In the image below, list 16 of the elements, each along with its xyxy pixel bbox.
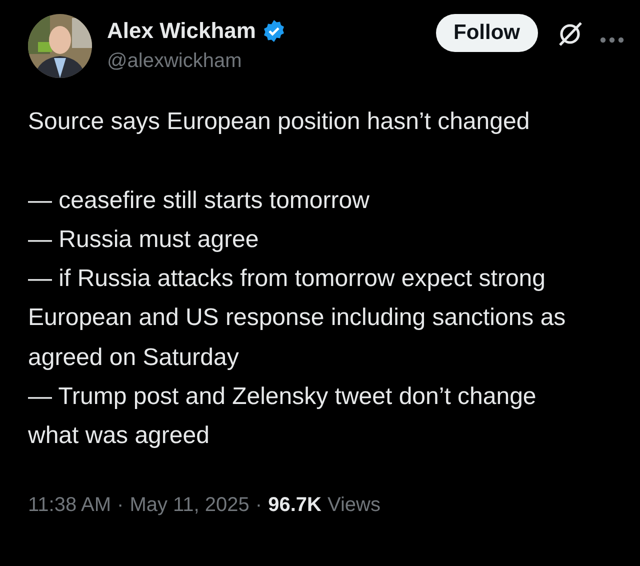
- post-time[interactable]: 11:38 AM: [28, 494, 112, 517]
- tweet-text: — if Russia attacks from tomorrow expect strong European and US response including sanctions as agreed on Saturday: [28, 264, 567, 373]
- author-handle[interactable]: @alexwickham: [107, 50, 436, 73]
- separator: ·: [117, 494, 124, 517]
- tweet-text: — Russia must agree: [28, 224, 260, 255]
- tweet-text: — ceasefire still starts tomorrow: [28, 186, 370, 216]
- slashed-circle-icon[interactable]: [556, 20, 584, 48]
- follow-button[interactable]: Follow: [436, 14, 538, 52]
- tweet-text: Source says European position hasn’t changed: [28, 107, 531, 137]
- post-date[interactable]: May 11, 2025: [130, 494, 250, 517]
- more-icon[interactable]: [600, 37, 624, 43]
- separator: ·: [255, 494, 262, 517]
- views-label: Views: [327, 494, 380, 517]
- views-count: 96.7K: [268, 494, 322, 517]
- tweet-text: — Trump post and Zelensky tweet don’t change what was agreed: [28, 382, 538, 452]
- author-name[interactable]: Alex Wickham: [107, 18, 256, 44]
